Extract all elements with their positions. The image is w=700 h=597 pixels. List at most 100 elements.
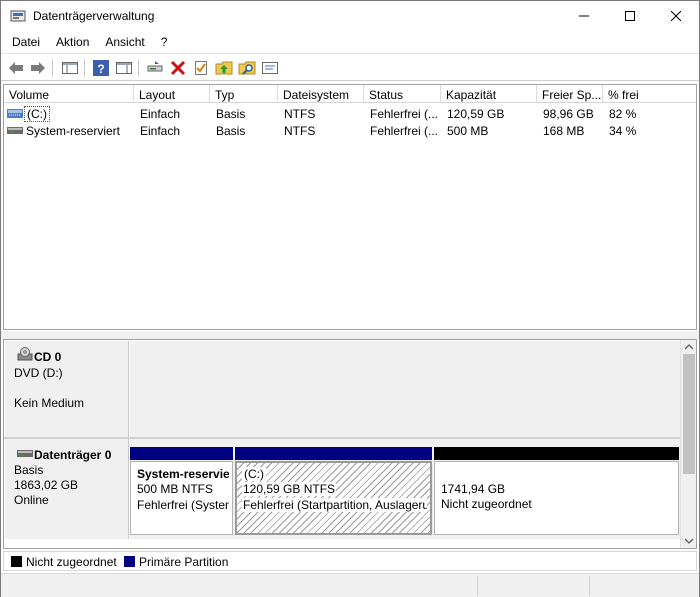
- delete-icon[interactable]: [169, 59, 187, 77]
- volume-status: Fehlerfrei (...: [370, 124, 439, 138]
- scrollbar-thumb[interactable]: [683, 354, 695, 474]
- disk0-partition-area: System-reservie 500 MB NTFS Fehlerfrei (…: [130, 439, 680, 539]
- properties-pane-icon[interactable]: [115, 59, 133, 77]
- volume-list-header: Volume Layout Typ Dateisystem Status Kap…: [4, 85, 696, 103]
- maximize-icon: [625, 11, 635, 21]
- graphical-disk-view: CD 0 DVD (D:) Kein Medium Datenträger 0 …: [3, 339, 697, 549]
- folder-up-icon[interactable]: [215, 59, 233, 77]
- column-header-prozent-frei[interactable]: % frei: [603, 85, 696, 103]
- settings-icon[interactable]: [261, 59, 279, 77]
- disk-management-app-icon: [10, 10, 26, 22]
- menu-ansicht[interactable]: Ansicht: [97, 32, 152, 52]
- help-icon[interactable]: ?: [92, 59, 110, 77]
- volume-kapazitaet: 120,59 GB: [447, 107, 505, 121]
- cd0-partition-area[interactable]: [130, 341, 680, 437]
- primary-partition-bar: [235, 447, 432, 460]
- volume-drive-icon: [7, 127, 23, 134]
- volume-drive-icon: [7, 109, 23, 118]
- status-separator: [589, 576, 590, 596]
- pane-splitter[interactable]: [1, 331, 699, 339]
- partition-size: 500 MB NTFS: [137, 482, 214, 496]
- disk-management-window: Datenträgerverwaltung Datei Aktion Ansic…: [0, 0, 700, 597]
- menu-aktion[interactable]: Aktion: [48, 32, 97, 52]
- volume-row-c[interactable]: (C:) Einfach Basis NTFS Fehlerfrei (... …: [4, 105, 696, 122]
- volume-layout: Einfach: [140, 124, 181, 138]
- volume-dateisystem: NTFS: [284, 124, 316, 138]
- volume-status: Fehlerfrei (...: [370, 107, 439, 121]
- title-bar: Datenträgerverwaltung: [1, 1, 699, 31]
- svg-text:?: ?: [97, 62, 104, 76]
- legend-swatch-primary: [124, 556, 135, 567]
- partition-c[interactable]: (C:) 120,59 GB NTFS Fehlerfrei (Startpar…: [235, 447, 432, 535]
- legend: Nicht zugeordnet Primäre Partition: [3, 551, 697, 571]
- partition-system-reserved[interactable]: System-reservie 500 MB NTFS Fehlerfrei (…: [130, 447, 233, 535]
- menu-datei[interactable]: Datei: [1, 32, 48, 52]
- partition-status: Fehlerfrei (Startpartition, Auslageru: [242, 498, 427, 512]
- window-title: Datenträgerverwaltung: [33, 9, 155, 23]
- legend-swatch-unallocated: [11, 556, 22, 567]
- status-separator: [477, 576, 478, 596]
- toolbar: ?: [1, 53, 699, 81]
- volume-layout: Einfach: [140, 107, 181, 121]
- connect-disk-icon[interactable]: [146, 59, 164, 77]
- partition-name: (C:): [242, 467, 266, 481]
- volume-row-system-reserved[interactable]: System-reserviert Einfach Basis NTFS Feh…: [4, 122, 696, 139]
- volume-kapazitaet: 500 MB: [447, 124, 489, 138]
- column-header-volume[interactable]: Volume: [4, 85, 134, 103]
- volume-freier-speicher: 168 MB: [543, 124, 585, 138]
- maximize-button[interactable]: [607, 1, 653, 31]
- hard-disk-icon: [17, 450, 33, 457]
- disk-label-cd0[interactable]: CD 0 DVD (D:) Kein Medium: [5, 341, 129, 437]
- disk-title: Datenträger 0: [34, 448, 112, 462]
- close-icon: [671, 11, 681, 21]
- partition-name: System-reservie: [137, 467, 229, 481]
- column-header-layout[interactable]: Layout: [134, 85, 210, 103]
- primary-partition-bar: [130, 447, 233, 460]
- toolbar-separator: [52, 59, 53, 77]
- volume-name: (C:): [24, 106, 50, 122]
- minimize-icon: [579, 15, 589, 17]
- column-header-status[interactable]: Status: [364, 85, 441, 103]
- unallocated-bar: [434, 447, 679, 460]
- console-tree-icon[interactable]: [61, 59, 79, 77]
- volume-prozent-frei: 34 %: [609, 124, 637, 138]
- disk-status: Kein Medium: [14, 396, 85, 410]
- close-button[interactable]: [653, 1, 699, 31]
- toolbar-separator: [138, 59, 139, 77]
- column-header-kapazitaet[interactable]: Kapazität: [441, 85, 537, 103]
- legend-label-primary: Primäre Partition: [139, 555, 229, 569]
- search-folder-icon[interactable]: [238, 59, 256, 77]
- column-header-dateisystem[interactable]: Dateisystem: [278, 85, 364, 103]
- menu-help[interactable]: ?: [153, 32, 176, 52]
- column-header-freier-speicher[interactable]: Freier Sp...: [537, 85, 603, 103]
- graphical-view-scrollbar[interactable]: [680, 340, 696, 548]
- toolbar-separator: [84, 59, 85, 77]
- volume-name: System-reserviert: [26, 124, 121, 138]
- disk-type: Basis: [14, 463, 44, 477]
- scroll-down-icon[interactable]: [684, 537, 694, 545]
- disk-type: DVD (D:): [14, 366, 63, 380]
- disk-title: CD 0: [34, 350, 62, 364]
- check-icon[interactable]: [192, 59, 210, 77]
- partition-body: 1741,94 GB Nicht zugeordnet: [434, 461, 679, 535]
- disk-status: Online: [14, 493, 49, 507]
- menu-bar: Datei Aktion Ansicht ?: [1, 32, 699, 52]
- volume-typ: Basis: [216, 124, 246, 138]
- minimize-button[interactable]: [561, 1, 607, 31]
- partition-unallocated[interactable]: 1741,94 GB Nicht zugeordnet: [434, 447, 679, 535]
- partition-size: 1741,94 GB: [441, 482, 506, 496]
- forward-arrow-icon[interactable]: [29, 59, 47, 77]
- back-arrow-icon[interactable]: [7, 59, 25, 77]
- column-header-typ[interactable]: Typ: [210, 85, 278, 103]
- partition-status: Nicht zugeordnet: [441, 497, 532, 511]
- volume-freier-speicher: 98,96 GB: [543, 107, 594, 121]
- volume-list: Volume Layout Typ Dateisystem Status Kap…: [3, 84, 697, 330]
- partition-size: 120,59 GB NTFS: [242, 482, 337, 496]
- disk-size: 1863,02 GB: [14, 478, 79, 492]
- legend-label-unallocated: Nicht zugeordnet: [26, 555, 117, 569]
- scroll-up-icon[interactable]: [684, 343, 694, 351]
- partition-body: System-reservie 500 MB NTFS Fehlerfrei (…: [130, 461, 233, 535]
- partition-body-selected: (C:) 120,59 GB NTFS Fehlerfrei (Startpar…: [235, 461, 432, 535]
- volume-prozent-frei: 82 %: [609, 107, 637, 121]
- disk-label-disk0[interactable]: Datenträger 0 Basis 1863,02 GB Online: [5, 439, 129, 539]
